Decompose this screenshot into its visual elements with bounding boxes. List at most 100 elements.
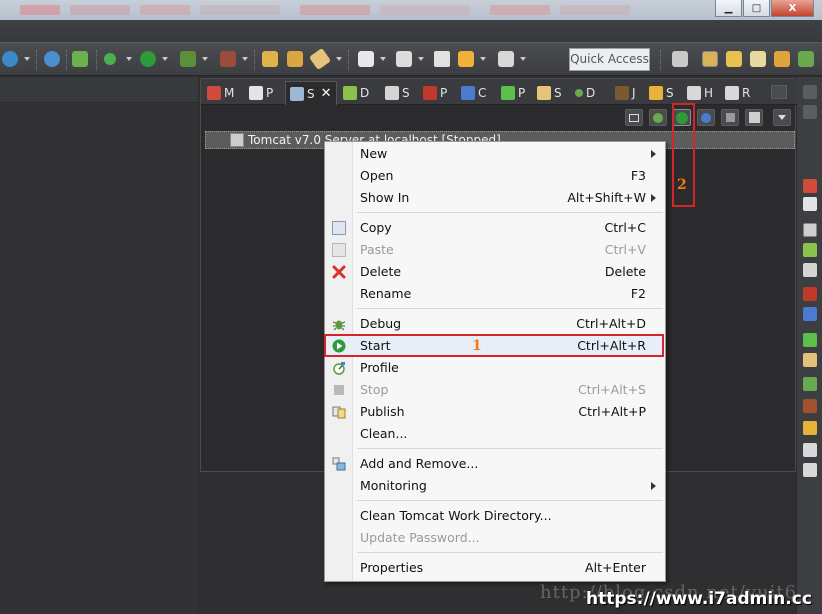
- dropdown-arrow-icon[interactable]: [126, 57, 132, 61]
- debug-view-icon[interactable]: [803, 377, 817, 391]
- tab-debug[interactable]: D: [575, 82, 595, 104]
- menu-item-open[interactable]: Open F3: [326, 165, 664, 187]
- maximize-button[interactable]: □: [743, 0, 770, 17]
- pencil-icon[interactable]: [308, 47, 332, 71]
- stop-server-button[interactable]: [721, 109, 739, 126]
- dropdown-arrow-icon[interactable]: [480, 57, 486, 61]
- menu-separator: [357, 308, 663, 309]
- menu-item-properties[interactable]: Properties Alt+Enter: [326, 557, 664, 579]
- tab-problems[interactable]: P: [423, 82, 447, 104]
- synchronize-view-icon[interactable]: [803, 421, 817, 435]
- last-edit-location-icon[interactable]: [434, 51, 450, 67]
- search-view-icon[interactable]: [803, 353, 817, 367]
- tab-servers[interactable]: S ✕: [285, 81, 337, 105]
- menu-item-clean-work-directory[interactable]: Clean Tomcat Work Directory...: [326, 505, 664, 527]
- java-ee-perspective-icon[interactable]: [702, 51, 718, 67]
- dropdown-arrow-icon[interactable]: [202, 57, 208, 61]
- tab-label: D: [586, 86, 596, 100]
- view-menu-dropdown[interactable]: [773, 109, 791, 126]
- progress-view-icon[interactable]: [803, 333, 817, 347]
- debug-launch-icon[interactable]: [104, 53, 116, 65]
- tab-properties[interactable]: P: [249, 82, 273, 104]
- console-view-icon[interactable]: [803, 307, 817, 321]
- tab-console[interactable]: C: [461, 82, 486, 104]
- problems-view-icon[interactable]: [803, 287, 817, 301]
- tab-snippets[interactable]: S: [385, 82, 410, 104]
- publish-icon: [332, 405, 346, 419]
- run-icon[interactable]: [140, 51, 156, 67]
- new-java-project-icon[interactable]: [220, 51, 236, 67]
- dropdown-arrow-icon[interactable]: [418, 57, 424, 61]
- history-view-icon[interactable]: [803, 443, 817, 457]
- snippets-view-icon[interactable]: [803, 263, 817, 277]
- resource-perspective-icon[interactable]: [750, 51, 766, 67]
- menu-item-show-in[interactable]: Show In Alt+Shift+W: [326, 187, 664, 209]
- remote-view-icon[interactable]: [803, 463, 817, 477]
- markers-view-icon[interactable]: [803, 179, 817, 193]
- menu-bar-area: [0, 20, 822, 42]
- menu-item-shortcut: F2: [630, 286, 646, 301]
- tab-remote[interactable]: R: [725, 82, 750, 104]
- new-server-icon[interactable]: [72, 51, 88, 67]
- dropdown-arrow-icon[interactable]: [520, 57, 526, 61]
- minimize-stack-icon[interactable]: [803, 105, 817, 119]
- tab-data-source[interactable]: D: [343, 82, 369, 104]
- dropdown-arrow-icon[interactable]: [24, 57, 30, 61]
- menu-item-copy[interactable]: Copy Ctrl+C: [326, 217, 664, 239]
- collapse-all-button[interactable]: [625, 109, 643, 126]
- restore-icon[interactable]: [803, 85, 817, 99]
- skip-breakpoints-icon[interactable]: [2, 51, 18, 67]
- blurred-title-segment: [20, 5, 60, 15]
- menu-item-add-remove[interactable]: Add and Remove...: [326, 453, 664, 475]
- tab-history[interactable]: H: [687, 82, 713, 104]
- blurred-title-segment: [560, 5, 630, 15]
- menu-item-rename[interactable]: Rename F2: [326, 283, 664, 305]
- debug-server-button[interactable]: [649, 109, 667, 126]
- menu-item-debug[interactable]: Debug Ctrl+Alt+D: [326, 313, 664, 335]
- previous-annotation-icon[interactable]: [396, 51, 412, 67]
- view-menu-button[interactable]: [771, 85, 787, 99]
- menu-item-clean[interactable]: Clean...: [326, 423, 664, 445]
- tab-progress[interactable]: P: [501, 82, 525, 104]
- menu-item-publish[interactable]: Publish Ctrl+Alt+P: [326, 401, 664, 423]
- close-window-button[interactable]: X: [771, 0, 814, 17]
- dropdown-arrow-icon[interactable]: [242, 57, 248, 61]
- menu-item-delete[interactable]: Delete Delete: [326, 261, 664, 283]
- open-folder-icon[interactable]: [262, 51, 278, 67]
- svn-perspective-icon[interactable]: [774, 51, 790, 67]
- profile-server-button[interactable]: [697, 109, 715, 126]
- dropdown-arrow-icon[interactable]: [380, 57, 386, 61]
- history-icon: [687, 86, 701, 100]
- close-tab-icon[interactable]: ✕: [321, 86, 332, 101]
- quick-access-input[interactable]: Quick Access: [569, 48, 650, 71]
- main-toolbar: Quick Access: [0, 42, 822, 76]
- tab-junit[interactable]: J: [615, 82, 636, 104]
- tab-markers[interactable]: M: [207, 82, 234, 104]
- minimize-button[interactable]: ▁: [715, 0, 742, 17]
- tab-label: J: [632, 86, 636, 100]
- publish-button[interactable]: [745, 109, 763, 126]
- data-source-view-icon[interactable]: [803, 243, 817, 257]
- tab-search[interactable]: S: [537, 82, 562, 104]
- forward-arrow-icon[interactable]: [498, 51, 514, 67]
- servers-view-icon[interactable]: [803, 223, 817, 237]
- globe-icon[interactable]: [44, 51, 60, 67]
- back-arrow-icon[interactable]: [458, 51, 474, 67]
- external-tools-icon[interactable]: [180, 51, 196, 67]
- menu-item-shortcut: Ctrl+Alt+D: [576, 316, 646, 331]
- menu-item-profile[interactable]: Profile: [326, 357, 664, 379]
- debug-perspective-icon[interactable]: [798, 51, 814, 67]
- tab-label: P: [518, 86, 526, 100]
- tab-synchronize[interactable]: S: [649, 82, 674, 104]
- next-annotation-icon[interactable]: [358, 51, 374, 67]
- open-perspective-icon[interactable]: [672, 51, 688, 67]
- servers-icon: [290, 86, 304, 101]
- dropdown-arrow-icon[interactable]: [162, 57, 168, 61]
- java-perspective-icon[interactable]: [726, 51, 742, 67]
- open-type-icon[interactable]: [287, 51, 303, 67]
- dropdown-arrow-icon[interactable]: [336, 57, 342, 61]
- menu-item-monitoring[interactable]: Monitoring: [326, 475, 664, 497]
- menu-item-new[interactable]: New: [326, 143, 664, 165]
- junit-view-icon[interactable]: [803, 399, 817, 413]
- properties-view-icon[interactable]: [803, 197, 817, 211]
